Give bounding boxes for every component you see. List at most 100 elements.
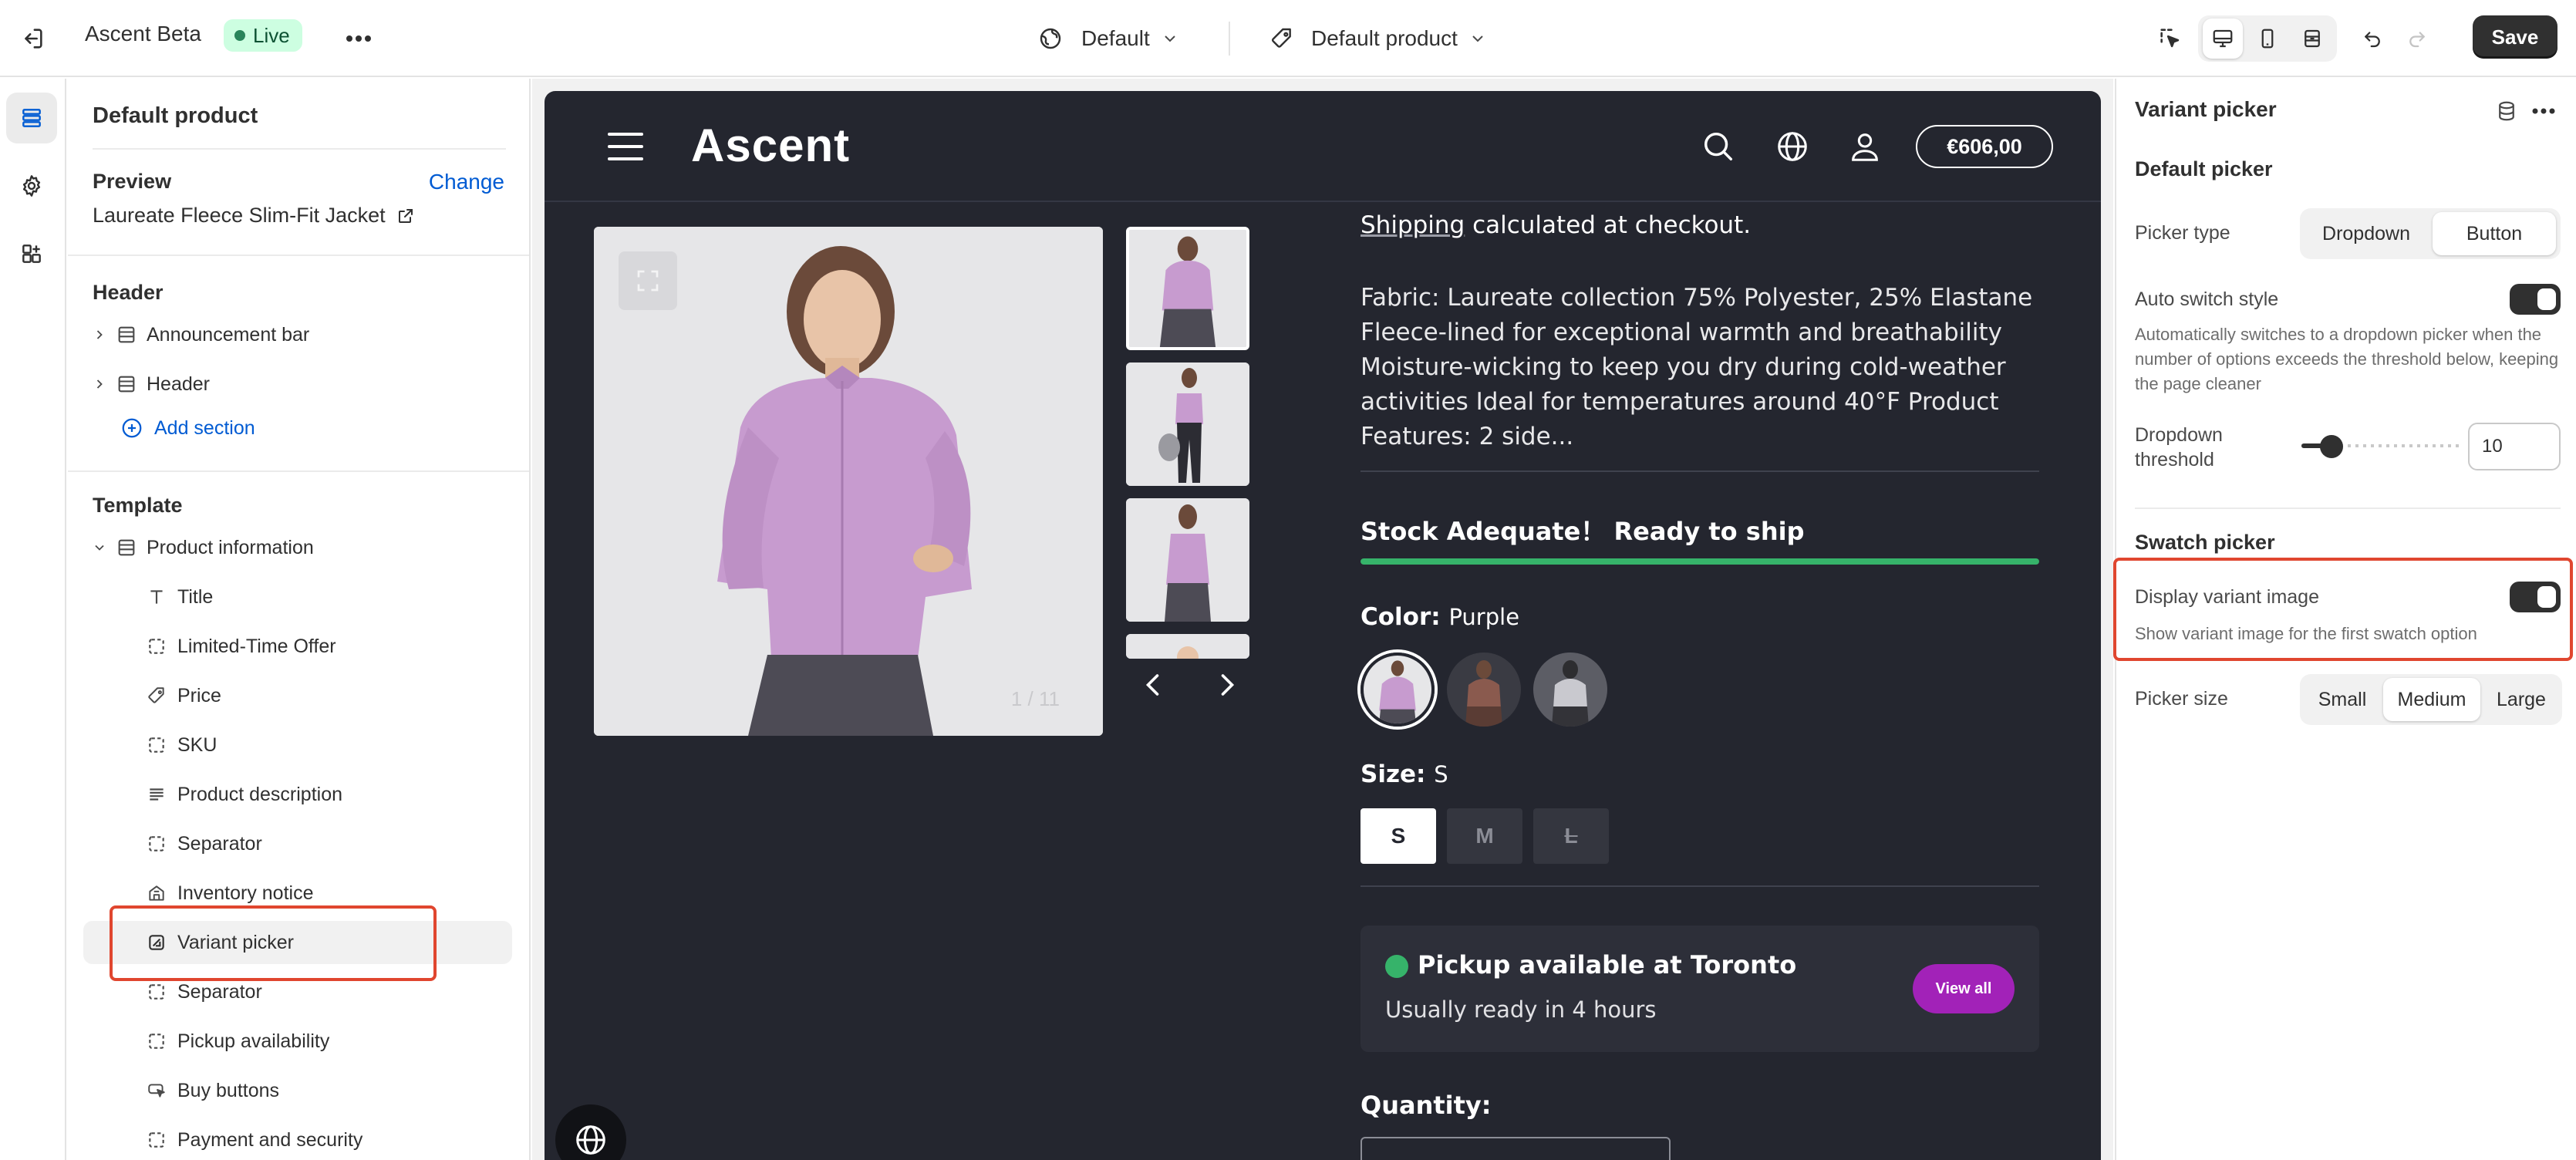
section-announcement-bar[interactable]: Announcement bar	[83, 313, 512, 356]
fullscreen-icon[interactable]	[2292, 19, 2332, 59]
theme-selector[interactable]: Default	[1038, 17, 1179, 60]
paragraph-icon	[147, 784, 177, 804]
next-image-arrow-icon[interactable]	[1203, 662, 1249, 708]
size-button-s[interactable]: S	[1360, 808, 1436, 864]
save-button[interactable]: Save	[2473, 15, 2557, 59]
product-thumbnail[interactable]	[1126, 498, 1249, 622]
picker-size-small-option[interactable]: Small	[2305, 678, 2380, 721]
topbar-divider	[1229, 22, 1230, 56]
product-main-image[interactable]: 1 / 11	[594, 227, 1103, 736]
status-dot	[234, 30, 245, 41]
menu-icon[interactable]	[608, 131, 643, 162]
chevron-right-icon[interactable]	[83, 327, 116, 342]
inspector-cursor-icon[interactable]	[2150, 19, 2190, 59]
color-swatch-gray[interactable]	[1533, 652, 1607, 727]
color-swatch-brown[interactable]	[1447, 652, 1521, 727]
block-icon	[147, 735, 177, 755]
block-separator[interactable]: Separator	[83, 822, 512, 865]
block-sku[interactable]: SKU	[83, 723, 512, 767]
size-button-l[interactable]: L	[1533, 808, 1609, 864]
picker-size-large-option[interactable]: Large	[2483, 678, 2559, 721]
threshold-slider-handle[interactable]	[2320, 435, 2343, 458]
highlight-selected-block	[110, 905, 437, 981]
chevron-down-icon[interactable]	[83, 540, 116, 555]
language-globe-icon[interactable]	[555, 1104, 626, 1160]
auto-switch-toggle[interactable]	[2510, 284, 2561, 315]
add-section-button[interactable]: Add section	[120, 416, 255, 440]
sections-panel: Default product Preview Change Laureate …	[68, 79, 531, 1160]
block-label: Price	[177, 684, 221, 706]
block-icon	[147, 1130, 177, 1150]
search-icon[interactable]	[1698, 126, 1738, 167]
cart-total-button[interactable]: €606,00	[1916, 125, 2053, 168]
block-price[interactable]: Price	[83, 674, 512, 717]
block-label: Separator	[177, 980, 262, 1003]
block-buy-buttons[interactable]: Buy buttons	[83, 1069, 512, 1112]
divider	[68, 255, 529, 256]
dropdown-threshold-label: Dropdown threshold	[2135, 424, 2223, 470]
icon-rail	[0, 79, 66, 1160]
store-logo[interactable]: Ascent	[691, 119, 850, 172]
sections-icon[interactable]	[6, 93, 57, 143]
database-icon[interactable]	[2490, 94, 2524, 128]
separator	[1360, 470, 2039, 472]
apps-icon[interactable]	[6, 228, 57, 279]
block-product-description[interactable]: Product description	[83, 773, 512, 816]
undo-icon[interactable]	[2352, 19, 2392, 59]
header-group-heading: Header	[93, 281, 164, 304]
previous-image-arrow-icon[interactable]	[1131, 662, 1177, 708]
picker-type-segmented-control: Dropdown Button	[2300, 208, 2561, 259]
text-icon	[147, 587, 177, 607]
external-link-icon	[396, 207, 415, 225]
block-icon	[147, 834, 177, 854]
section-product-information[interactable]: Product information	[83, 526, 512, 569]
picker-type-button-option[interactable]: Button	[2433, 212, 2556, 255]
auto-switch-help-text: Automatically switches to a dropdown pic…	[2135, 325, 2559, 393]
settings-gear-icon[interactable]	[6, 160, 57, 211]
preview-product[interactable]: Laureate Fleece Slim-Fit Jacket	[93, 204, 415, 228]
picker-size-label: Picker size	[2135, 688, 2228, 710]
product-thumbnail[interactable]	[1126, 227, 1249, 350]
picker-type-dropdown-option[interactable]: Dropdown	[2305, 212, 2428, 255]
picker-size-medium-option[interactable]: Medium	[2383, 678, 2480, 721]
block-title[interactable]: Title	[83, 575, 512, 619]
live-status-badge: Live	[224, 19, 302, 52]
mobile-icon[interactable]	[2247, 19, 2288, 59]
block-label: Buy buttons	[177, 1079, 280, 1101]
change-preview-link[interactable]: Change	[429, 170, 504, 194]
template-selector[interactable]: Default product	[1269, 17, 1487, 60]
price-tag-icon	[147, 686, 177, 706]
product-thumbnail[interactable]	[1126, 634, 1249, 659]
product-thumbnail[interactable]	[1126, 362, 1249, 486]
block-label: SKU	[177, 733, 217, 756]
desktop-icon[interactable]	[2203, 19, 2243, 59]
shipping-text: calculated at checkout.	[1465, 211, 1752, 239]
size-button-m[interactable]: M	[1447, 808, 1522, 864]
exit-icon[interactable]	[14, 20, 51, 57]
block-payment-and-security[interactable]: Payment and security	[83, 1118, 512, 1160]
section-label: Announcement bar	[147, 323, 310, 346]
shipping-link[interactable]: Shipping	[1360, 211, 1465, 239]
account-icon[interactable]	[1845, 126, 1885, 167]
section-header[interactable]: Header	[83, 362, 512, 406]
threshold-number-input[interactable]	[2468, 423, 2561, 470]
available-dot-icon	[1385, 955, 1408, 978]
quantity-stepper[interactable]	[1360, 1137, 1671, 1160]
preview-product-name: Laureate Fleece Slim-Fit Jacket	[93, 204, 386, 227]
chevron-right-icon[interactable]	[83, 376, 116, 392]
preview-heading: Preview	[93, 170, 172, 193]
more-actions-icon[interactable]	[339, 20, 378, 57]
more-options-icon[interactable]	[2527, 94, 2561, 128]
redo-icon[interactable]	[2397, 19, 2437, 59]
section-label: Product information	[147, 536, 314, 558]
view-all-button[interactable]: View all	[1913, 964, 2015, 1013]
auto-switch-label: Auto switch style	[2135, 288, 2279, 310]
globe-icon[interactable]	[1772, 126, 1812, 167]
block-pickup-availability[interactable]: Pickup availability	[83, 1020, 512, 1063]
color-swatch-purple[interactable]	[1360, 652, 1435, 727]
pickup-availability-card: Pickup available at Toronto Usually read…	[1360, 926, 2039, 1052]
thumbnail-image	[1126, 498, 1249, 622]
zoom-expand-icon[interactable]	[619, 251, 677, 310]
default-picker-heading: Default picker	[2135, 157, 2273, 180]
block-limited-time-offer[interactable]: Limited-Time Offer	[83, 625, 512, 668]
